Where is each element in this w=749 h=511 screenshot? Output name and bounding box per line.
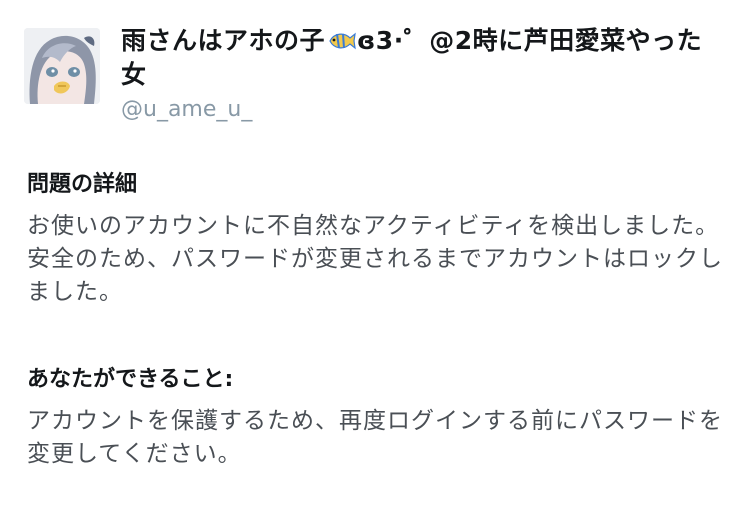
profile-names: 雨さんはアホの子 ɞ3·゜@2時に芦田愛菜やった女 @u_ame_u_	[121, 24, 721, 124]
what-you-can-do-section: あなたができること: アカウントを保護するため、再度ログインする前にパスワードを…	[27, 365, 727, 471]
display-name-text: 雨さんはアホの子	[121, 26, 326, 55]
tropical-fish-icon	[326, 27, 356, 50]
avatar-image	[24, 28, 100, 104]
avatar[interactable]	[24, 28, 100, 104]
account-locked-card: 雨さんはアホの子 ɞ3·゜@2時に芦田愛菜やった女 @u_ame_u_ 問題の詳…	[0, 0, 749, 511]
profile-header: 雨さんはアホの子 ɞ3·゜@2時に芦田愛菜やった女 @u_ame_u_	[24, 24, 724, 134]
user-handle[interactable]: @u_ame_u_	[121, 96, 721, 124]
what-you-can-do-heading: あなたができること:	[27, 367, 234, 392]
what-you-can-do-text: アカウントを保護するため、再度ログインする前にパスワードを変更してください。	[27, 408, 723, 467]
display-name[interactable]: 雨さんはアホの子 ɞ3·゜@2時に芦田愛菜やった女	[121, 24, 721, 92]
problem-details-text: お使いのアカウントに不自然なアクティビティを検出しました。安全のため、パスワード…	[27, 213, 723, 305]
problem-details-heading: 問題の詳細	[27, 172, 138, 197]
problem-details-section: 問題の詳細 お使いのアカウントに不自然なアクティビティを検出しました。安全のため…	[27, 170, 727, 309]
